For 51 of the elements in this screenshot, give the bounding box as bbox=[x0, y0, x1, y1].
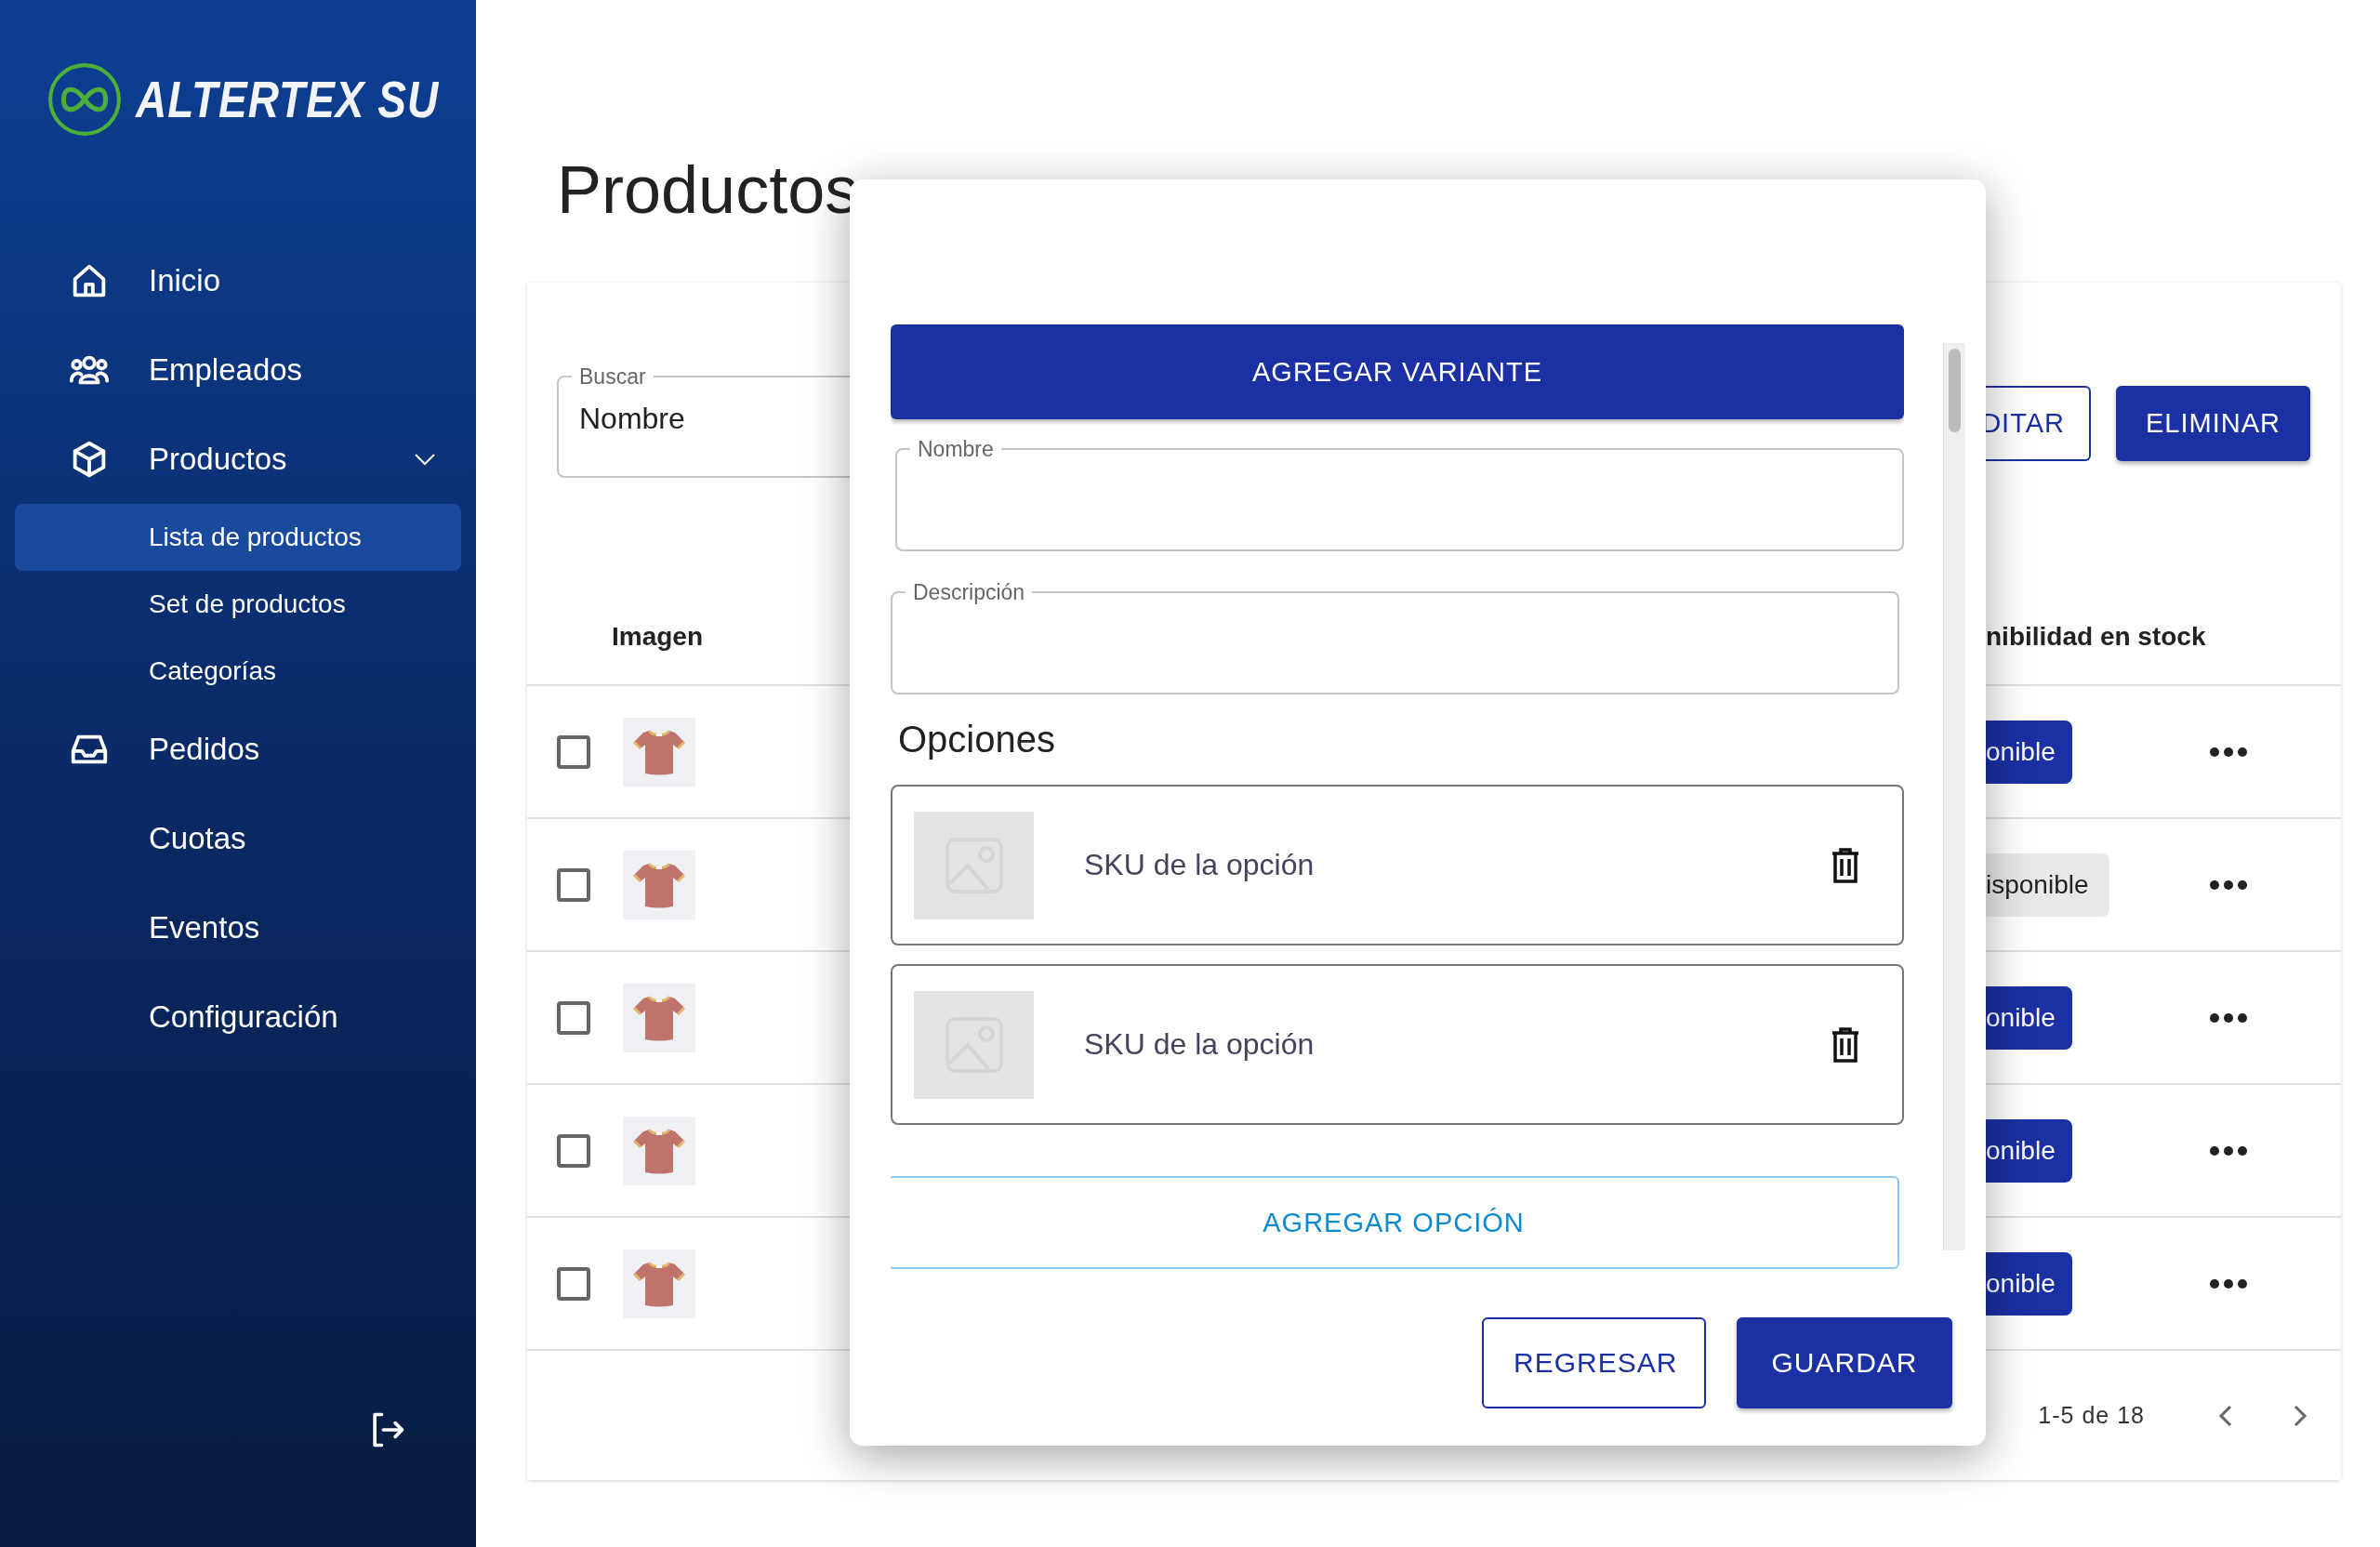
logo-text: ALTERTEX SU bbox=[136, 69, 440, 130]
more-icon[interactable] bbox=[2209, 1012, 2248, 1024]
column-header: nibilidad en stock bbox=[1986, 622, 2207, 652]
back-button[interactable]: REGRESAR bbox=[1482, 1317, 1706, 1408]
checkbox[interactable] bbox=[557, 734, 590, 769]
add-variant-button[interactable]: AGREGAR VARIANTE bbox=[891, 324, 1904, 419]
field-label: Nombre bbox=[917, 437, 995, 461]
input-field[interactable]: Descripción bbox=[891, 580, 1899, 694]
sku-field[interactable]: SKU de la opción bbox=[1084, 848, 1831, 882]
nav-item[interactable]: Inicio bbox=[15, 236, 461, 325]
field-label: Descripción bbox=[912, 580, 1026, 604]
more-icon[interactable] bbox=[2209, 879, 2248, 891]
image-placeholder-icon bbox=[914, 811, 1034, 919]
nav-subitem[interactable]: Categorías bbox=[15, 638, 461, 705]
more-icon[interactable] bbox=[2209, 1144, 2248, 1157]
trash-icon[interactable] bbox=[1831, 1026, 1859, 1063]
nav-subitem[interactable]: Lista de productos bbox=[15, 504, 461, 571]
scrollbar-thumb[interactable] bbox=[1949, 349, 1961, 432]
checkbox[interactable] bbox=[557, 1000, 590, 1035]
more-icon[interactable] bbox=[2209, 1277, 2248, 1289]
field-value[interactable]: Nombre bbox=[579, 402, 834, 436]
page-title: Productos bbox=[557, 152, 860, 229]
scrollbar[interactable] bbox=[1943, 343, 1965, 1250]
logo-icon bbox=[46, 61, 123, 138]
column-header: Imagen bbox=[611, 622, 705, 652]
status-badge: onible bbox=[1986, 1251, 2072, 1316]
nav-item[interactable]: Pedidos bbox=[15, 705, 461, 794]
nav-item[interactable]: Cuotas bbox=[15, 794, 461, 883]
status-badge: onible bbox=[1986, 720, 2072, 784]
checkbox[interactable] bbox=[557, 867, 590, 902]
pagination-range: 1-5 de 18 bbox=[2038, 1402, 2145, 1429]
checkbox[interactable] bbox=[557, 1133, 590, 1168]
nav-item[interactable]: Productos bbox=[15, 415, 461, 504]
field-label: Buscar bbox=[578, 364, 647, 389]
checkbox[interactable] bbox=[557, 1266, 590, 1301]
section-heading: Opciones bbox=[898, 718, 1056, 761]
nav-item[interactable]: Eventos bbox=[15, 883, 461, 972]
nav-item[interactable]: Configuración bbox=[15, 972, 461, 1062]
status-badge: onible bbox=[1986, 985, 2072, 1050]
status-badge: onible bbox=[1986, 1118, 2072, 1183]
image-placeholder-icon bbox=[914, 990, 1034, 1099]
trash-icon[interactable] bbox=[1831, 847, 1859, 883]
add-option-button[interactable]: AGREGAR OPCIÓN bbox=[891, 1176, 1899, 1269]
nav-item[interactable]: Empleados bbox=[15, 325, 461, 415]
status-badge: isponible bbox=[1986, 853, 2109, 917]
more-icon[interactable] bbox=[2209, 746, 2248, 758]
input-field[interactable]: Nombre bbox=[895, 437, 1904, 551]
delete-button[interactable]: ELIMINAR bbox=[2116, 386, 2310, 461]
nav-subitem[interactable]: Set de productos bbox=[15, 571, 461, 638]
save-button[interactable]: GUARDAR bbox=[1737, 1317, 1952, 1408]
sku-field[interactable]: SKU de la opción bbox=[1084, 1027, 1831, 1062]
